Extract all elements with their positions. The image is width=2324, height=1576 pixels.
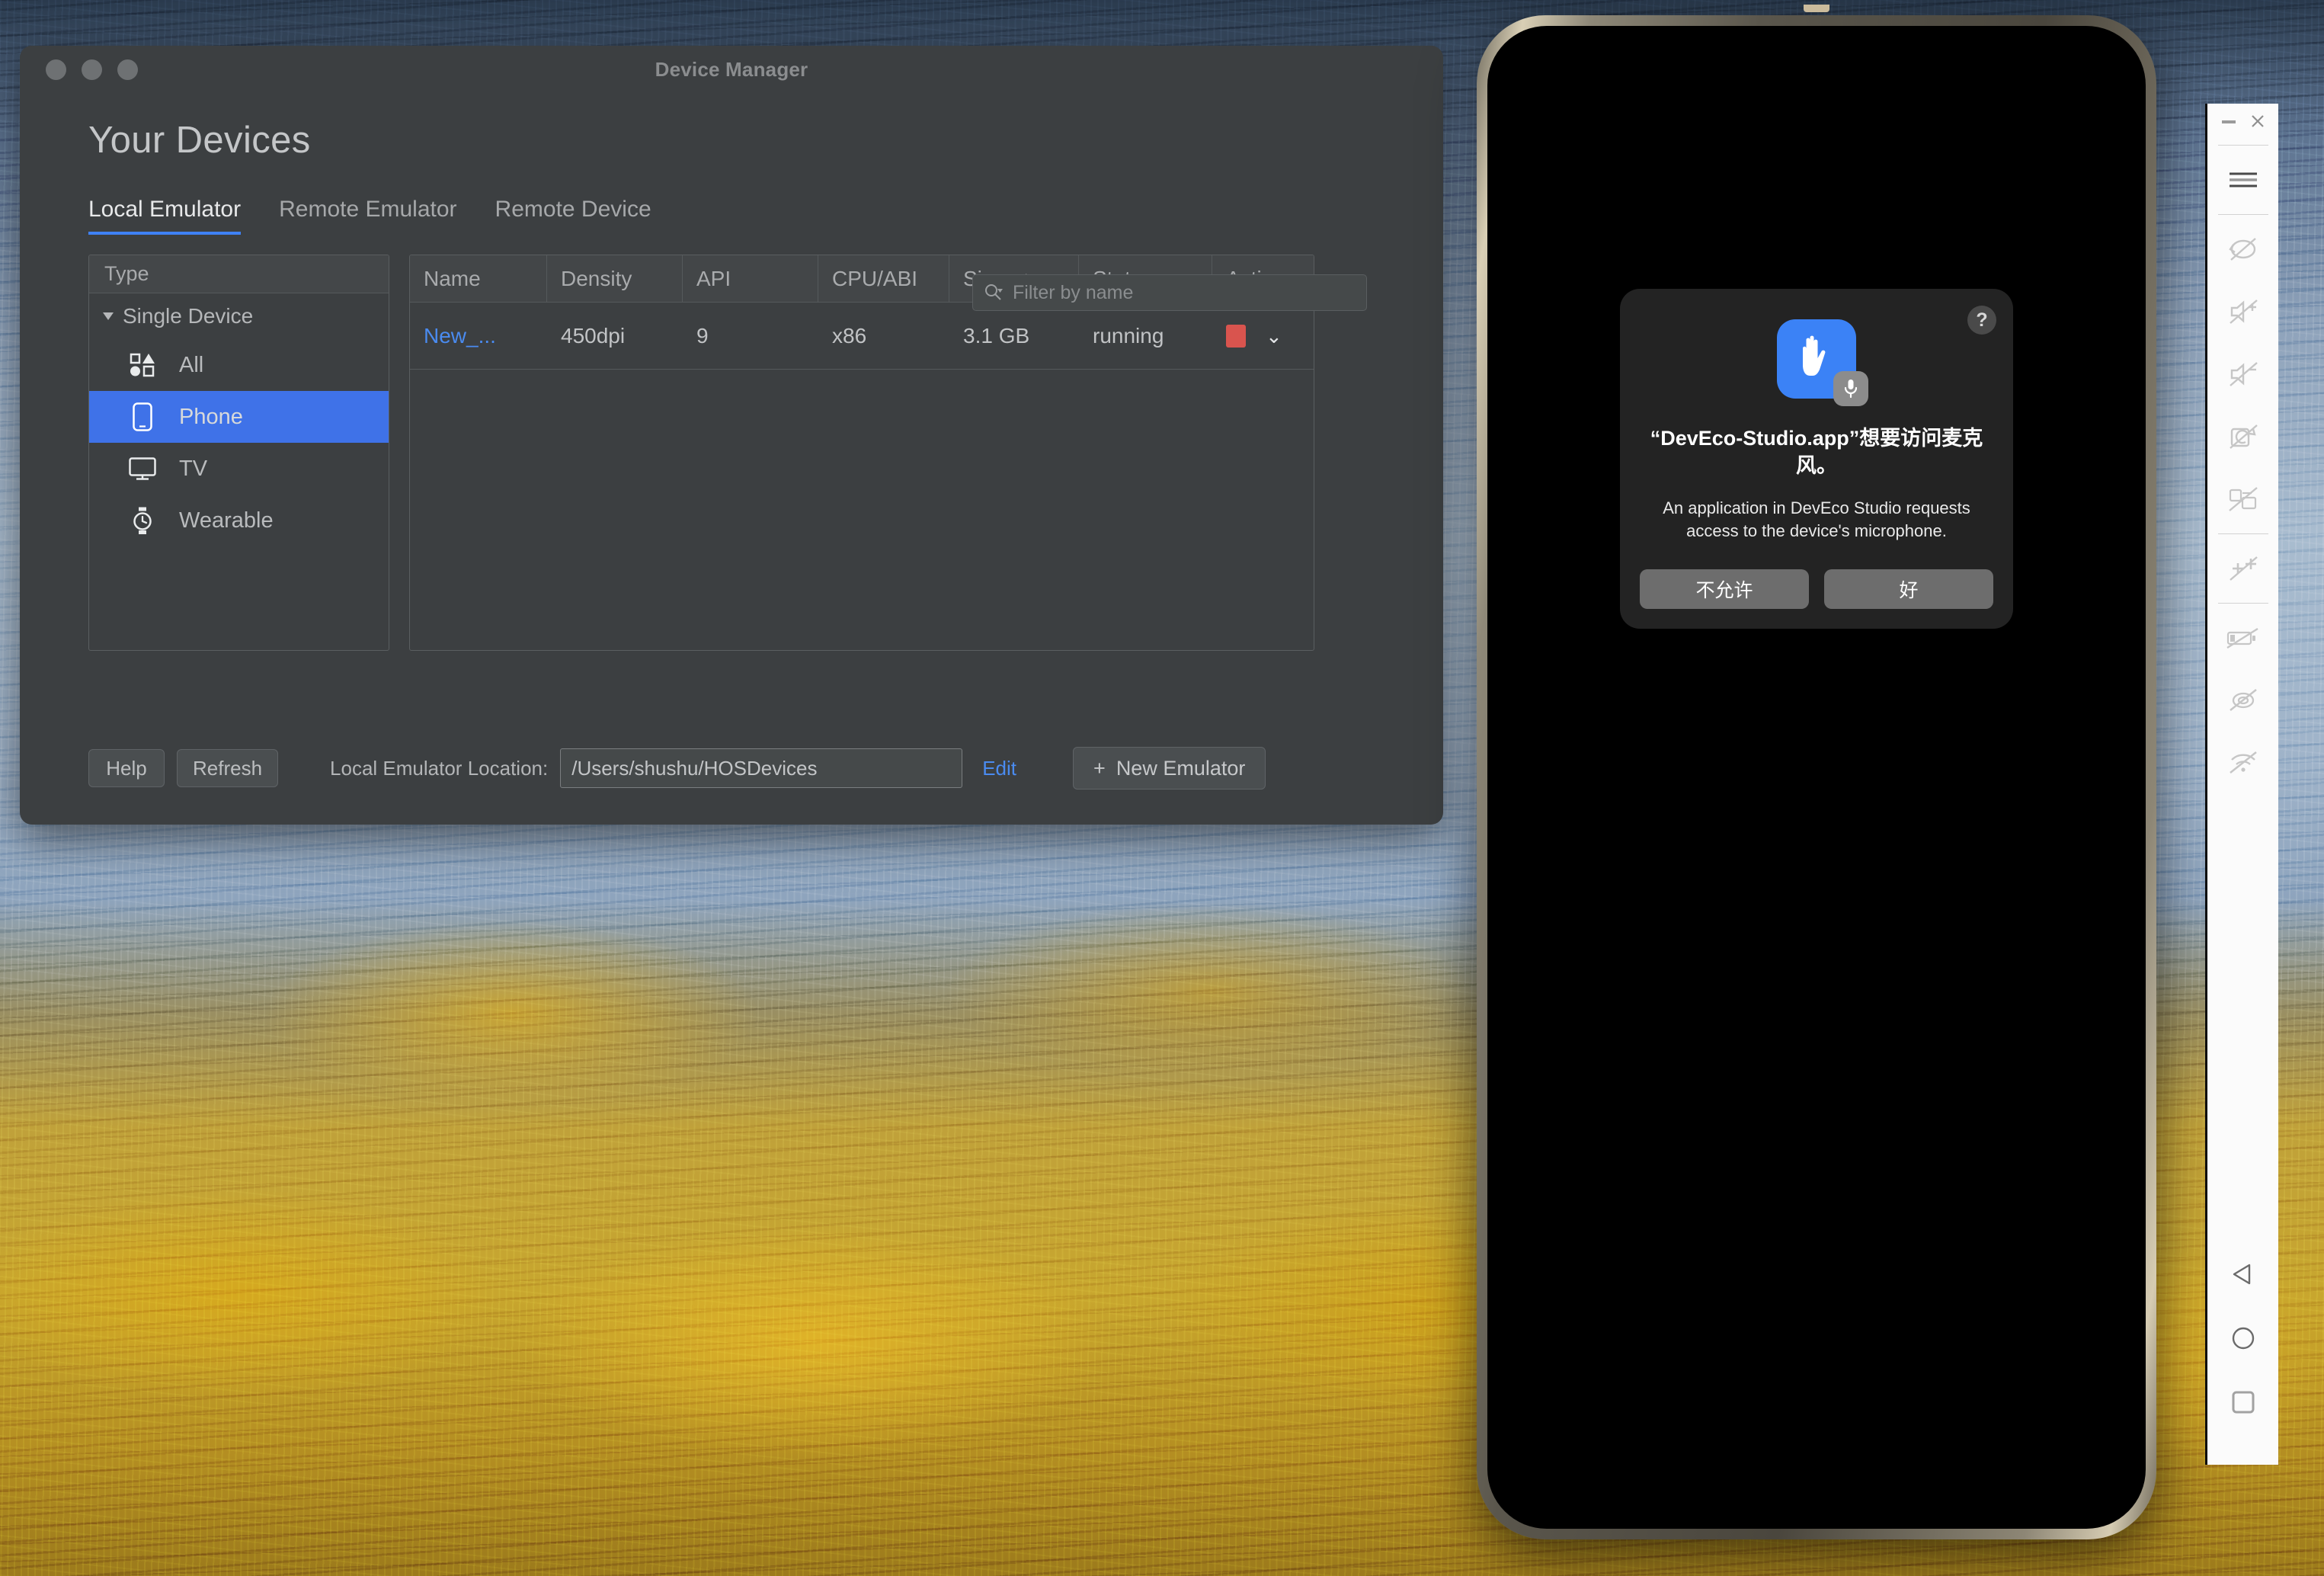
cell-size: 3.1 GB	[963, 323, 1030, 348]
local-emulator-location-input[interactable]: /Users/shushu/HOSDevices	[560, 748, 963, 788]
permission-dialog-title: “DevEco-Studio.app”想要访问麦克风。	[1650, 427, 1983, 478]
plus-icon: +	[1093, 756, 1106, 780]
shapes-icon	[126, 350, 159, 380]
microphone-icon	[1833, 371, 1868, 406]
tab-remote-emulator[interactable]: Remote Emulator	[279, 197, 456, 235]
new-emulator-label: New Emulator	[1116, 756, 1246, 780]
stop-icon[interactable]	[1226, 324, 1246, 348]
rotate-left-icon[interactable]	[2207, 218, 2278, 280]
phone-icon	[126, 402, 159, 432]
volume-down-icon[interactable]	[2207, 343, 2278, 405]
home-button[interactable]	[2207, 1306, 2278, 1370]
window-titlebar: Device Manager	[20, 46, 1443, 93]
sidebar-item-label: Wearable	[179, 508, 274, 533]
cell-api: 9	[696, 323, 709, 348]
tab-bar: Local Emulator Remote Emulator Remote De…	[88, 197, 1414, 235]
sidebar-item-all[interactable]: All	[89, 339, 389, 391]
chevron-down-icon	[103, 312, 114, 320]
cell-cpu-abi: x86	[832, 323, 867, 348]
local-emulator-location-label: Local Emulator Location:	[330, 756, 549, 780]
phone-notch	[1804, 5, 1829, 12]
filter-placeholder: Filter by name	[1013, 281, 1134, 303]
divider	[2217, 145, 2268, 146]
device-manager-window: Device Manager Your Devices Local Emulat…	[20, 46, 1443, 825]
refresh-button[interactable]: Refresh	[177, 749, 279, 787]
tab-local-emulator[interactable]: Local Emulator	[88, 197, 242, 235]
divider	[2217, 214, 2268, 215]
sidebar-item-tv[interactable]: TV	[89, 443, 389, 495]
tab-remote-device[interactable]: Remote Device	[495, 197, 651, 235]
close-icon[interactable]	[2250, 114, 2265, 133]
emulator-phone-frame: ? “DevEco-Studio.app”想要访问麦克风。 An applica…	[1477, 5, 2156, 1539]
cell-status: running	[1093, 323, 1164, 348]
tree-group-label: Single Device	[123, 304, 254, 328]
devices-table: Name Density API CPU/ABI Siz... ↑ Status…	[409, 255, 1314, 651]
type-column-header: Type	[89, 255, 389, 293]
column-header-cpu-abi[interactable]: CPU/ABI	[818, 255, 949, 302]
column-header-density[interactable]: Density	[547, 255, 683, 302]
chevron-down-icon[interactable]: ⌄	[1266, 326, 1282, 346]
tv-icon	[126, 453, 159, 484]
divider	[2217, 603, 2268, 604]
sidebar-item-label: All	[179, 352, 204, 377]
cell-actions: ⌄	[1212, 324, 1311, 348]
screenshot-icon[interactable]	[2207, 468, 2278, 530]
page-title: Your Devices	[88, 120, 311, 161]
deny-button[interactable]: 不允许	[1640, 569, 1809, 610]
filter-input[interactable]: Filter by name	[972, 274, 1367, 311]
sidebar-item-label: Phone	[179, 404, 243, 429]
sidebar-item-phone[interactable]: Phone	[89, 391, 389, 443]
column-header-api[interactable]: API	[683, 255, 818, 302]
app-icon-group	[1777, 319, 1868, 406]
recents-button[interactable]	[2207, 1370, 2278, 1434]
emulator-window-controls	[2207, 104, 2278, 142]
watch-icon	[126, 505, 159, 536]
back-button[interactable]	[2207, 1242, 2278, 1306]
desktop-wallpaper: Device Manager Your Devices Local Emulat…	[0, 0, 2324, 1576]
table-row[interactable]: New_... 450dpi 9 x86 3.1 GB running ⌄	[410, 303, 1314, 370]
rotate-right-icon[interactable]	[2207, 405, 2278, 468]
cell-device-name[interactable]: New_...	[410, 324, 547, 348]
edit-link[interactable]: Edit	[982, 757, 1016, 780]
network-icon[interactable]	[2207, 732, 2278, 794]
tree-group-single-device[interactable]: Single Device	[89, 293, 389, 339]
device-type-panel: Type Single Device All Phone TV Wearable	[88, 255, 389, 651]
hamburger-menu-icon[interactable]	[2207, 149, 2278, 211]
battery-icon[interactable]	[2207, 607, 2278, 669]
content-area: Type Single Device All Phone TV Wearable…	[88, 255, 1414, 651]
help-icon[interactable]: ?	[1967, 306, 1996, 335]
new-emulator-button[interactable]: + New Emulator	[1073, 747, 1266, 790]
window-title: Device Manager	[655, 57, 808, 81]
allow-button[interactable]: 好	[1824, 569, 1993, 610]
emulator-toolbar	[2205, 104, 2278, 1465]
bottom-toolbar: Help Refresh Local Emulator Location: /U…	[88, 747, 1426, 790]
search-icon	[985, 284, 1003, 300]
sidebar-item-wearable[interactable]: Wearable	[89, 495, 389, 546]
emulator-screen[interactable]: ? “DevEco-Studio.app”想要访问麦克风。 An applica…	[1487, 26, 2146, 1529]
volume-up-icon[interactable]	[2207, 280, 2278, 343]
cell-density: 450dpi	[561, 323, 626, 348]
permission-dialog-buttons: 不允许 好	[1640, 569, 1993, 610]
permission-dialog-description: An application in DevEco Studio requests…	[1663, 498, 1970, 540]
zoom-in-icon[interactable]	[2207, 537, 2278, 600]
help-button[interactable]: Help	[88, 749, 165, 787]
divider	[2217, 533, 2268, 534]
sidebar-item-label: TV	[179, 456, 208, 481]
permission-dialog: ? “DevEco-Studio.app”想要访问麦克风。 An applica…	[1620, 289, 2013, 629]
minimize-icon[interactable]	[2220, 116, 2237, 130]
column-header-name[interactable]: Name	[410, 255, 547, 302]
location-icon[interactable]	[2207, 669, 2278, 732]
